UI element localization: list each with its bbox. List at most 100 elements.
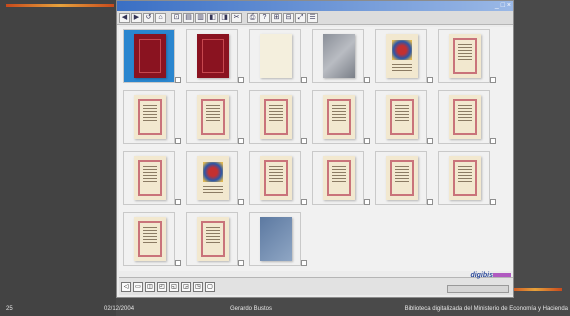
thumbnail-frame[interactable] bbox=[249, 212, 301, 266]
select-checkbox-icon[interactable] bbox=[427, 77, 433, 83]
nav-button-icon[interactable]: ◁ bbox=[121, 281, 131, 292]
thumbnail-frame[interactable] bbox=[375, 90, 427, 144]
nav-button-icon[interactable]: ▢ bbox=[205, 281, 215, 292]
toolbar-button-icon[interactable]: ⊞ bbox=[271, 12, 282, 23]
thumbnail-item[interactable] bbox=[245, 88, 307, 148]
nav-button-icon[interactable]: ▭ bbox=[133, 281, 143, 292]
select-checkbox-icon[interactable] bbox=[490, 138, 496, 144]
thumbnail-item[interactable] bbox=[245, 210, 307, 270]
thumbnail-item[interactable] bbox=[371, 88, 433, 148]
thumbnail-frame[interactable] bbox=[186, 29, 238, 83]
select-checkbox-icon[interactable] bbox=[364, 138, 370, 144]
thumbnail-item[interactable] bbox=[182, 27, 244, 87]
thumbnail-frame[interactable] bbox=[438, 90, 490, 144]
thumbnail-frame[interactable] bbox=[186, 212, 238, 266]
nav-button-icon[interactable]: ◲ bbox=[181, 281, 191, 292]
thumbnail-frame[interactable] bbox=[438, 29, 490, 83]
toolbar-button-icon[interactable]: ⤢ bbox=[295, 12, 306, 23]
nav-button-icon[interactable]: ◳ bbox=[193, 281, 203, 292]
thumbnail-frame[interactable] bbox=[249, 151, 301, 205]
toolbar-button-icon[interactable]: ✂ bbox=[231, 12, 242, 23]
select-checkbox-icon[interactable] bbox=[364, 199, 370, 205]
thumbnail-frame[interactable] bbox=[186, 90, 238, 144]
toolbar-button-icon[interactable]: ◧ bbox=[207, 12, 218, 23]
toolbar-button-icon[interactable]: ◨ bbox=[219, 12, 230, 23]
page-thumbnail-image bbox=[134, 156, 166, 200]
thumbnail-frame[interactable] bbox=[438, 151, 490, 205]
thumbnail-item[interactable] bbox=[308, 88, 370, 148]
select-checkbox-icon[interactable] bbox=[238, 138, 244, 144]
select-checkbox-icon[interactable] bbox=[301, 199, 307, 205]
thumbnail-frame[interactable] bbox=[312, 90, 364, 144]
select-checkbox-icon[interactable] bbox=[301, 138, 307, 144]
page-thumbnail-image bbox=[323, 95, 355, 139]
select-checkbox-icon[interactable] bbox=[301, 260, 307, 266]
thumbnail-frame[interactable] bbox=[375, 29, 427, 83]
slide-decor-stripe-top bbox=[6, 4, 114, 7]
select-checkbox-icon[interactable] bbox=[301, 77, 307, 83]
select-checkbox-icon[interactable] bbox=[427, 199, 433, 205]
thumbnail-frame[interactable] bbox=[249, 29, 301, 83]
thumbnail-item[interactable] bbox=[245, 27, 307, 87]
slide-decor-stripe-bottom bbox=[508, 288, 562, 291]
select-checkbox-icon[interactable] bbox=[175, 199, 181, 205]
select-checkbox-icon[interactable] bbox=[364, 77, 370, 83]
thumbnail-item[interactable] bbox=[182, 210, 244, 270]
thumbnail-item[interactable] bbox=[119, 27, 181, 87]
thumbnail-frame[interactable] bbox=[123, 90, 175, 144]
page-thumbnail-image bbox=[197, 217, 229, 261]
toolbar-button-icon[interactable]: ? bbox=[259, 12, 270, 23]
select-checkbox-icon[interactable] bbox=[175, 138, 181, 144]
toolbar-button-icon[interactable]: ⌂ bbox=[155, 12, 166, 23]
thumbnail-item[interactable] bbox=[182, 149, 244, 209]
thumbnail-frame[interactable] bbox=[375, 151, 427, 205]
select-checkbox-icon[interactable] bbox=[175, 260, 181, 266]
toolbar-button-icon[interactable]: ↺ bbox=[143, 12, 154, 23]
page-thumbnail-image bbox=[134, 217, 166, 261]
page-thumbnail-image bbox=[197, 156, 229, 200]
page-thumbnail-image bbox=[449, 34, 481, 78]
toolbar-button-icon[interactable]: ⊡ bbox=[171, 12, 182, 23]
select-checkbox-icon[interactable] bbox=[238, 199, 244, 205]
thumbnail-item[interactable] bbox=[119, 149, 181, 209]
select-checkbox-icon[interactable] bbox=[427, 138, 433, 144]
thumbnail-frame[interactable] bbox=[312, 151, 364, 205]
toolbar-button-icon[interactable]: ▥ bbox=[195, 12, 206, 23]
thumbnail-frame[interactable] bbox=[249, 90, 301, 144]
brand-bar bbox=[493, 273, 511, 278]
slide-author: Gerardo Bustos bbox=[230, 306, 273, 312]
thumbnail-item[interactable] bbox=[308, 149, 370, 209]
toolbar-button-icon[interactable]: ⎙ bbox=[247, 12, 258, 23]
page-thumbnail-image bbox=[386, 156, 418, 200]
toolbar-button-icon[interactable]: ☰ bbox=[307, 12, 318, 23]
nav-button-icon[interactable]: ◫ bbox=[145, 281, 155, 292]
thumbnail-item[interactable] bbox=[119, 210, 181, 270]
thumbnail-item[interactable] bbox=[245, 149, 307, 209]
select-checkbox-icon[interactable] bbox=[175, 77, 181, 83]
nav-button-icon[interactable]: ◱ bbox=[169, 281, 179, 292]
thumbnail-item[interactable] bbox=[434, 88, 496, 148]
thumbnail-frame[interactable] bbox=[312, 29, 364, 83]
page-thumbnail-image bbox=[134, 34, 166, 78]
toolbar-button-icon[interactable]: ▤ bbox=[183, 12, 194, 23]
select-checkbox-icon[interactable] bbox=[490, 199, 496, 205]
thumbnail-item[interactable] bbox=[434, 27, 496, 87]
thumbnail-item[interactable] bbox=[371, 27, 433, 87]
thumbnail-frame[interactable] bbox=[123, 151, 175, 205]
thumbnail-item[interactable] bbox=[371, 149, 433, 209]
thumbnail-frame[interactable] bbox=[186, 151, 238, 205]
thumbnail-item[interactable] bbox=[182, 88, 244, 148]
nav-button-icon[interactable]: ◰ bbox=[157, 281, 167, 292]
thumbnail-frame[interactable] bbox=[123, 29, 175, 83]
window-controls[interactable]: _ □ × bbox=[495, 2, 511, 10]
thumbnail-item[interactable] bbox=[119, 88, 181, 148]
toolbar-button-icon[interactable]: ◀ bbox=[119, 12, 130, 23]
select-checkbox-icon[interactable] bbox=[238, 260, 244, 266]
select-checkbox-icon[interactable] bbox=[238, 77, 244, 83]
thumbnail-item[interactable] bbox=[308, 27, 370, 87]
toolbar-button-icon[interactable]: ⊟ bbox=[283, 12, 294, 23]
toolbar-button-icon[interactable]: ▶ bbox=[131, 12, 142, 23]
select-checkbox-icon[interactable] bbox=[490, 77, 496, 83]
thumbnail-frame[interactable] bbox=[123, 212, 175, 266]
thumbnail-item[interactable] bbox=[434, 149, 496, 209]
